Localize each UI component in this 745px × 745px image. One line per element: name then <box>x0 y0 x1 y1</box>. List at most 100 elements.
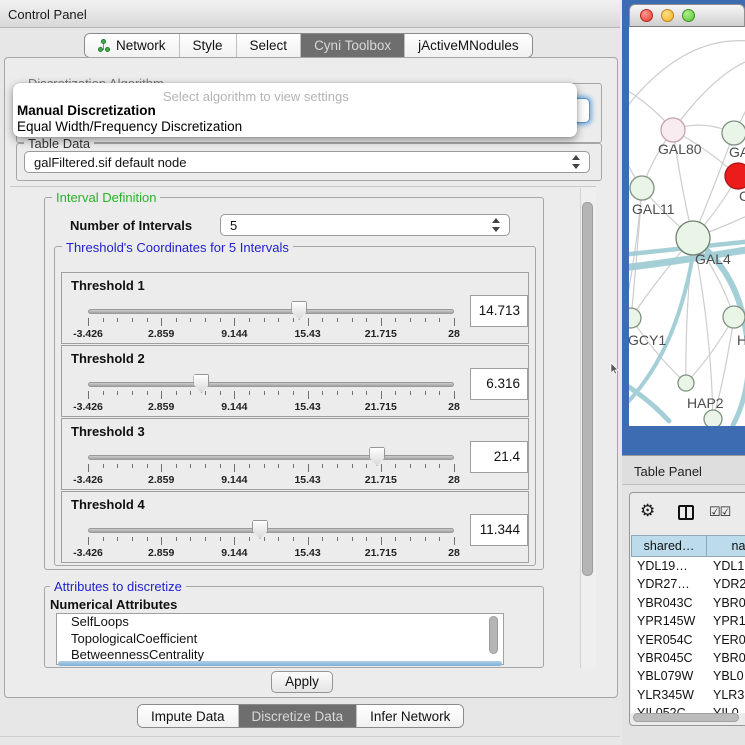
tab-cyni-toolbox[interactable]: Cyni Toolbox <box>300 34 404 57</box>
combobox-stepper-icon <box>492 218 501 232</box>
thresholds-title: Threshold's Coordinates for 5 Intervals <box>62 240 293 255</box>
slider-tick-labels: -3.4262.8599.14415.4321.71528 <box>88 474 454 486</box>
slider-ticks <box>88 391 454 400</box>
slider-track[interactable] <box>88 382 454 387</box>
node-label: C <box>739 188 745 204</box>
threshold-slider[interactable]: -3.4262.8599.14415.4321.71528 <box>88 447 454 489</box>
network-node-h[interactable] <box>723 306 745 328</box>
tab-label: Cyni Toolbox <box>314 38 391 53</box>
network-canvas[interactable]: GAL80 GA C GAL11 GAL4 GCY1 H HAP2 <box>629 27 745 426</box>
network-window-titlebar[interactable] <box>629 4 745 27</box>
network-node-hap2[interactable] <box>678 375 694 391</box>
divider <box>10 186 596 187</box>
threshold-value-box[interactable]: 6.316 <box>470 368 528 400</box>
table-data-value: galFiltered.sif default node <box>34 155 186 170</box>
popup-option-manual[interactable]: Manual Discretization <box>17 103 156 118</box>
table-panel-titlebar: Table Panel <box>622 455 745 485</box>
column-header-name[interactable]: na <box>706 535 745 557</box>
slider-tick-labels: -3.4262.8599.14415.4321.71528 <box>88 401 454 413</box>
tick-label: 2.859 <box>148 328 174 340</box>
slider-track[interactable] <box>88 528 454 533</box>
close-traffic-light-icon[interactable] <box>640 9 653 22</box>
zoom-traffic-light-icon[interactable] <box>682 9 695 22</box>
popup-placeholder: Select algorithm to view settings <box>163 89 349 104</box>
slider-ticks <box>88 318 454 327</box>
list-scrollbar[interactable] <box>489 616 498 654</box>
split-columns-icon[interactable] <box>678 505 694 520</box>
slider-tick-labels: -3.4262.8599.14415.4321.71528 <box>88 328 454 340</box>
threshold-value-box[interactable]: 21.4 <box>470 441 528 473</box>
tab-label: Impute Data <box>151 709 225 724</box>
network-node[interactable] <box>704 410 722 426</box>
network-node-gal80[interactable] <box>661 118 685 142</box>
tab-infer-network[interactable]: Infer Network <box>356 705 463 727</box>
tab-label: jActiveMNodules <box>418 38 519 53</box>
tick-label: 21.715 <box>365 547 397 559</box>
threshold-row: Threshold 3 -3.4262.8599.14415.4321.7152… <box>61 418 529 490</box>
gear-icon[interactable]: ⚙ <box>640 501 655 521</box>
network-node-gal11[interactable] <box>630 176 654 200</box>
table-row[interactable]: YBL079WYBL0 <box>631 669 745 687</box>
tick-label: 15.43 <box>294 547 320 559</box>
tab-style[interactable]: Style <box>179 34 236 57</box>
tick-label: 15.43 <box>294 328 320 340</box>
threshold-row: Threshold 4 -3.4262.8599.14415.4321.7152… <box>61 491 529 563</box>
table-panel-title: Table Panel <box>634 464 702 479</box>
table-row[interactable]: YDL19…YDL1 <box>631 559 745 577</box>
network-node-gcy1[interactable] <box>629 308 641 328</box>
tab-jactivemnodules[interactable]: jActiveMNodules <box>404 34 532 57</box>
minimize-traffic-light-icon[interactable] <box>661 9 674 22</box>
tick-label: 28 <box>448 547 460 559</box>
popup-option-equal-width[interactable]: Equal Width/Frequency Discretization <box>17 119 242 134</box>
table-row[interactable]: YER054CYER0 <box>631 633 745 651</box>
table-horizontal-scrollbar[interactable] <box>633 713 739 722</box>
threshold-value-box[interactable]: 14.713 <box>470 295 528 327</box>
tab-select[interactable]: Select <box>236 34 301 57</box>
threshold-slider[interactable]: -3.4262.8599.14415.4321.71528 <box>88 520 454 562</box>
network-node-gal4[interactable] <box>676 221 710 255</box>
table-data-combobox[interactable]: galFiltered.sif default node <box>24 151 590 173</box>
control-panel-titlebar: Control Panel <box>0 0 620 28</box>
list-item[interactable]: SelfLoops <box>57 614 503 631</box>
top-tab-bar: Network Style Select Cyni Toolbox jActiv… <box>84 33 533 58</box>
number-of-intervals-label: Number of Intervals <box>70 218 192 233</box>
tab-network[interactable]: Network <box>85 34 179 57</box>
tab-label: Network <box>116 38 166 53</box>
tick-label: 9.144 <box>221 547 247 559</box>
panel-scrollbar-thumb[interactable] <box>582 202 593 576</box>
table-row[interactable]: YIL052CYIL0 <box>631 706 745 713</box>
tick-label: 2.859 <box>148 474 174 486</box>
table-row[interactable]: YBR043CYBR0 <box>631 596 745 614</box>
table-row[interactable]: YDR27…YDR2 <box>631 577 745 595</box>
threshold-slider[interactable]: -3.4262.8599.14415.4321.71528 <box>88 374 454 416</box>
threshold-label: Threshold 1 <box>71 278 145 293</box>
slider-tick-labels: -3.4262.8599.14415.4321.71528 <box>88 547 454 559</box>
node-label: GAL4 <box>695 251 731 267</box>
apply-button[interactable]: Apply <box>271 671 333 693</box>
column-header-shared-name[interactable]: shared… <box>631 535 707 557</box>
node-label: HAP2 <box>687 395 724 411</box>
threshold-slider[interactable]: -3.4262.8599.14415.4321.71528 <box>88 301 454 343</box>
checkboxes-icon[interactable]: ☑☑ <box>709 504 730 520</box>
panel-title: Control Panel <box>8 7 87 22</box>
tick-label: 9.144 <box>221 474 247 486</box>
slider-track[interactable] <box>88 309 454 314</box>
threshold-value-box[interactable]: 11.344 <box>470 514 528 546</box>
tab-discretize-data[interactable]: Discretize Data <box>238 705 357 727</box>
table-row[interactable]: YPR145WYPR1 <box>631 614 745 632</box>
numerical-attributes-list[interactable]: SelfLoops TopologicalCoefficient Between… <box>56 613 504 665</box>
number-of-intervals-combobox[interactable]: 5 <box>220 214 510 236</box>
tick-label: 28 <box>448 328 460 340</box>
table-row[interactable]: YLR345WYLR3 <box>631 688 745 706</box>
slider-track[interactable] <box>88 455 454 460</box>
tick-label: 15.43 <box>294 474 320 486</box>
network-icon <box>98 39 111 53</box>
tick-label: 2.859 <box>148 401 174 413</box>
table-row[interactable]: YBR045CYBR0 <box>631 651 745 669</box>
network-node-ga[interactable] <box>722 121 745 145</box>
tick-label: 2.859 <box>148 547 174 559</box>
network-node-red[interactable] <box>725 163 745 189</box>
list-item[interactable]: TopologicalCoefficient <box>57 631 503 648</box>
list-horizontal-scrollbar[interactable] <box>58 661 502 666</box>
tab-impute-data[interactable]: Impute Data <box>138 705 238 727</box>
